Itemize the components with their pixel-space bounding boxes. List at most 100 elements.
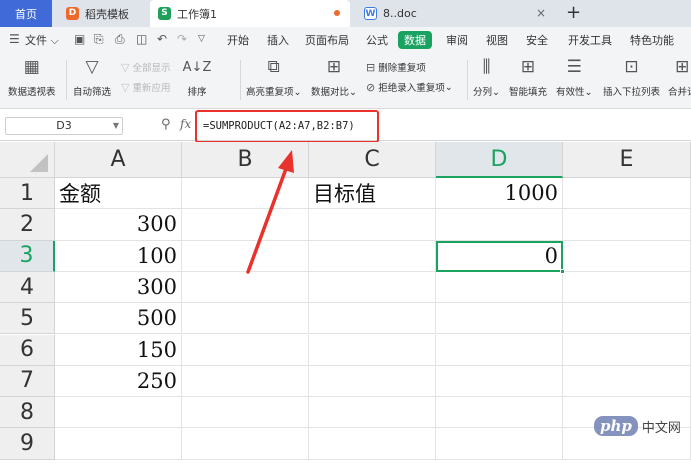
cell-b1[interactable]: [182, 178, 309, 210]
menu-file[interactable]: 文件 ⌵: [25, 32, 59, 48]
column-header-e[interactable]: E: [563, 142, 691, 178]
menu-formulas[interactable]: 公式: [366, 32, 388, 48]
show-all-button[interactable]: ▽ 全部显示: [121, 60, 170, 75]
row-header-2[interactable]: 2: [0, 209, 55, 241]
pivot-table-button[interactable]: ▦ 数据透视表: [8, 56, 56, 98]
cell-d5[interactable]: [436, 303, 563, 335]
redo-icon[interactable]: ↷: [177, 32, 187, 46]
cell-e2[interactable]: [563, 209, 691, 241]
customize-chevron-icon[interactable]: ▽: [198, 34, 205, 44]
row-header-9[interactable]: 9: [0, 428, 55, 460]
row-header-6[interactable]: 6: [0, 334, 55, 366]
tab-home[interactable]: 首页: [0, 0, 52, 27]
select-all-corner[interactable]: [0, 142, 55, 178]
cell-c1[interactable]: 目标值: [309, 178, 436, 210]
cell-e1[interactable]: [563, 178, 691, 210]
menu-start[interactable]: 开始: [227, 32, 249, 48]
cell-a5[interactable]: 500: [55, 303, 182, 335]
cell-d2[interactable]: [436, 209, 563, 241]
cell-b2[interactable]: [182, 209, 309, 241]
fx-icon[interactable]: fx: [180, 117, 191, 131]
cell-a3[interactable]: 100: [55, 240, 182, 272]
save-icon[interactable]: ▣: [74, 32, 85, 46]
cell-c5[interactable]: [309, 303, 436, 335]
menu-features[interactable]: 特色功能: [630, 32, 674, 48]
sort-button[interactable]: A↓Z 排序: [183, 56, 212, 99]
cell-a7[interactable]: 250: [55, 365, 182, 398]
cell-a2[interactable]: 300: [55, 209, 182, 241]
cell-d4[interactable]: [436, 271, 563, 304]
cell-c2[interactable]: [309, 209, 436, 241]
cell-d9[interactable]: [436, 428, 563, 460]
insert-dropdown-button[interactable]: ⊡ 插入下拉列表: [603, 56, 660, 98]
menu-page-layout[interactable]: 页面布局: [305, 32, 349, 48]
cell-c8[interactable]: [309, 397, 436, 429]
chevron-down-icon[interactable]: ▼: [113, 118, 119, 134]
search-icon[interactable]: ⚲: [161, 117, 171, 132]
column-header-a[interactable]: A: [55, 142, 182, 178]
fill-handle[interactable]: [560, 268, 565, 274]
highlight-duplicates-button[interactable]: ⧉ 高亮重复项⌄: [246, 56, 301, 98]
row-header-3[interactable]: 3: [0, 240, 55, 272]
cell-b5[interactable]: [182, 303, 309, 335]
cell-a8[interactable]: [55, 397, 182, 429]
cell-c4[interactable]: [309, 271, 436, 304]
hamburger-icon[interactable]: ☰: [9, 32, 20, 46]
data-compare-button[interactable]: ⊞ 数据对比⌄: [311, 56, 357, 98]
cell-d6[interactable]: [436, 334, 563, 366]
undo-icon[interactable]: ↶: [157, 32, 167, 46]
cell-e6[interactable]: [563, 334, 691, 366]
tab-doc[interactable]: W 8..doc ×: [356, 0, 556, 27]
delete-duplicates-button[interactable]: ⊟ 删除重复项: [366, 60, 426, 75]
print-icon[interactable]: ⎙: [115, 32, 125, 47]
menu-review[interactable]: 审阅: [446, 32, 468, 48]
row-header-5[interactable]: 5: [0, 303, 55, 335]
row-header-8[interactable]: 8: [0, 397, 55, 429]
cell-d1[interactable]: 1000: [436, 178, 563, 210]
column-header-b[interactable]: B: [182, 142, 309, 178]
export-icon[interactable]: ⎘: [94, 32, 104, 47]
tab-template[interactable]: D 稻壳模板: [52, 0, 148, 27]
column-header-d[interactable]: D: [436, 142, 563, 178]
cell-b9[interactable]: [182, 428, 309, 460]
close-icon[interactable]: ×: [536, 6, 546, 20]
row-header-1[interactable]: 1: [0, 178, 55, 210]
cell-b4[interactable]: [182, 271, 309, 304]
cell-d7[interactable]: [436, 365, 563, 398]
menu-security[interactable]: 安全: [526, 32, 548, 48]
column-header-c[interactable]: C: [309, 142, 436, 178]
print-preview-icon[interactable]: ◫: [136, 32, 147, 46]
row-header-4[interactable]: 4: [0, 271, 55, 304]
cell-d8[interactable]: [436, 397, 563, 429]
cell-b8[interactable]: [182, 397, 309, 429]
menu-data[interactable]: 数据: [398, 31, 432, 49]
split-column-button[interactable]: ⫼ 分列⌄: [473, 56, 500, 98]
merge-calc-button[interactable]: ⊞ 合并计: [668, 56, 691, 98]
name-box[interactable]: D3 ▼: [5, 117, 123, 135]
cell-b6[interactable]: [182, 334, 309, 366]
cell-c7[interactable]: [309, 365, 436, 398]
reapply-button[interactable]: ▽ 重新应用: [121, 80, 170, 95]
tab-workbook[interactable]: S 工作簿1: [150, 0, 350, 27]
menu-insert[interactable]: 插入: [267, 32, 289, 48]
cell-c9[interactable]: [309, 428, 436, 460]
cell-b7[interactable]: [182, 365, 309, 398]
row-header-7[interactable]: 7: [0, 365, 55, 398]
cell-b3[interactable]: [182, 240, 309, 272]
cell-e7[interactable]: [563, 365, 691, 398]
menu-view[interactable]: 视图: [486, 32, 508, 48]
cell-c6[interactable]: [309, 334, 436, 366]
cell-e3[interactable]: [563, 240, 691, 272]
cell-a1[interactable]: 金额: [55, 178, 182, 210]
cell-a9[interactable]: [55, 428, 182, 460]
cell-c3[interactable]: [309, 240, 436, 272]
menu-developer[interactable]: 开发工具: [568, 32, 612, 48]
spreadsheet-grid[interactable]: A B C D E 1 2 3 4 5 6 7 8 9 金额 目标值 1000 300…: [0, 142, 691, 463]
add-tab-button[interactable]: +: [566, 2, 581, 23]
validity-button[interactable]: ☰ 有效性⌄: [556, 56, 592, 98]
smart-fill-button[interactable]: ⊞ 智能填充: [509, 56, 547, 98]
cell-e5[interactable]: [563, 303, 691, 335]
cell-a4[interactable]: 300: [55, 271, 182, 304]
cell-a6[interactable]: 150: [55, 334, 182, 366]
reject-duplicates-button[interactable]: ⊘ 拒绝录入重复项 ⌄: [366, 80, 453, 95]
